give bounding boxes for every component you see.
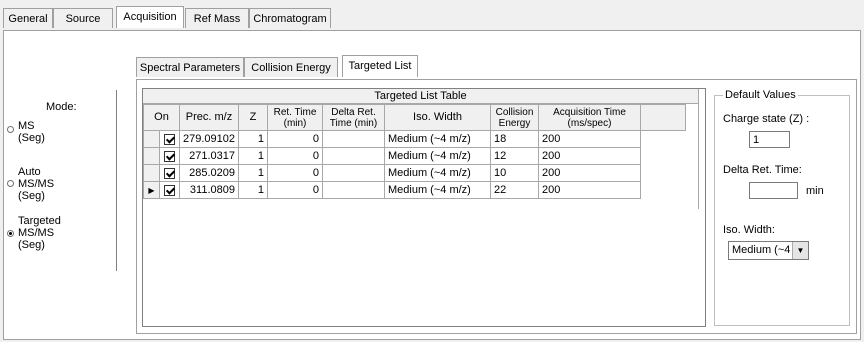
inner-tab-strip: Spectral Parameters Collision Energy Tar…	[136, 55, 436, 79]
filler-cell	[641, 182, 686, 199]
delta-ret-label: Delta Ret. Time:	[723, 164, 802, 176]
table-row[interactable]: 271.0317 1 0 Medium (~4 m/z) 12 200	[143, 147, 686, 165]
filler-cell	[641, 131, 686, 148]
row-selector[interactable]: ▶	[143, 181, 160, 199]
row-selector[interactable]	[143, 164, 160, 182]
iso-width-label: Iso. Width:	[723, 224, 775, 236]
current-row-arrow-icon: ▶	[148, 185, 155, 195]
delta-ret-unit: min	[806, 185, 824, 197]
mode-option-targeted-msms-label: Targeted MS/MS (Seg)	[18, 215, 61, 251]
table-row[interactable]: 279.09102 1 0 Medium (~4 m/z) 18 200	[143, 130, 686, 148]
on-checkbox[interactable]	[164, 167, 175, 179]
collision-energy-cell[interactable]: 10	[490, 164, 539, 182]
targeted-list-grid[interactable]: Targeted List Table On Prec. m/z Z Ret. …	[142, 88, 706, 327]
charge-state-input[interactable]: 1	[749, 131, 790, 148]
collision-energy-cell[interactable]: 18	[490, 130, 539, 148]
filler-cell	[641, 165, 686, 182]
chevron-down-icon[interactable]: ▼	[792, 242, 808, 259]
on-checkbox[interactable]	[164, 133, 175, 145]
header-z[interactable]: Z	[238, 104, 268, 131]
iso-width-cell[interactable]: Medium (~4 m/z)	[384, 130, 491, 148]
z-cell[interactable]: 1	[238, 147, 268, 165]
z-cell[interactable]: 1	[238, 164, 268, 182]
tab-collision-energy[interactable]: Collision Energy	[244, 57, 338, 77]
radio-auto-msms[interactable]	[7, 180, 14, 187]
radio-ms[interactable]	[7, 126, 14, 133]
mode-option-ms-label: MS (Seg)	[18, 120, 45, 144]
tab-spectral-parameters[interactable]: Spectral Parameters	[136, 57, 244, 77]
row-selector[interactable]	[143, 130, 160, 148]
header-on[interactable]: On	[143, 104, 180, 131]
prec-mz-cell[interactable]: 271.0317	[179, 147, 239, 165]
header-filler	[640, 104, 686, 131]
ret-time-cell[interactable]: 0	[267, 147, 323, 165]
delta-ret-cell[interactable]	[322, 147, 385, 165]
z-cell[interactable]: 1	[238, 181, 268, 199]
tab-chromatogram[interactable]: Chromatogram	[249, 8, 331, 28]
iso-width-cell[interactable]: Medium (~4 m/z)	[384, 181, 491, 199]
targeted-list-table: On Prec. m/z Z Ret. Time (min) Delta Ret…	[143, 104, 686, 199]
table-row[interactable]: ▶ 311.0809 1 0 Medium (~4 m/z) 22 200	[143, 181, 686, 199]
row-selector[interactable]	[143, 147, 160, 165]
on-checkbox[interactable]	[164, 150, 175, 162]
mode-option-auto-msms-label: Auto MS/MS (Seg)	[18, 166, 55, 202]
z-cell[interactable]: 1	[238, 130, 268, 148]
default-values-title: Default Values	[723, 89, 798, 101]
filler-cell	[641, 148, 686, 165]
acq-time-cell[interactable]: 200	[538, 164, 641, 182]
collision-energy-cell[interactable]: 12	[490, 147, 539, 165]
tab-general[interactable]: General	[3, 8, 53, 28]
prec-mz-cell[interactable]: 279.09102	[179, 130, 239, 148]
on-checkbox-cell[interactable]	[159, 164, 180, 182]
prec-mz-cell[interactable]: 285.0209	[179, 164, 239, 182]
prec-mz-cell[interactable]: 311.0809	[179, 181, 239, 199]
ret-time-cell[interactable]: 0	[267, 164, 323, 182]
grid-vertical-line	[698, 89, 699, 209]
delta-ret-input[interactable]	[749, 182, 798, 199]
charge-state-label: Charge state (Z) :	[723, 113, 810, 125]
mode-label: Mode:	[46, 101, 77, 113]
tab-ref-mass[interactable]: Ref Mass	[185, 8, 249, 28]
header-ret-time[interactable]: Ret. Time (min)	[267, 104, 323, 131]
acq-time-cell[interactable]: 200	[538, 181, 641, 199]
on-checkbox-cell[interactable]	[159, 181, 180, 199]
main-tab-strip: General Source Acquisition Ref Mass Chro…	[3, 6, 863, 30]
acq-time-cell[interactable]: 200	[538, 147, 641, 165]
default-values-group: Default Values Charge state (Z) : 1 Delt…	[714, 89, 850, 326]
delta-ret-cell[interactable]	[322, 130, 385, 148]
iso-width-cell[interactable]: Medium (~4 m/z)	[384, 147, 491, 165]
header-iso-width[interactable]: Iso. Width	[384, 104, 491, 131]
on-checkbox[interactable]	[164, 184, 175, 196]
delta-ret-cell[interactable]	[322, 181, 385, 199]
collision-energy-cell[interactable]: 22	[490, 181, 539, 199]
header-prec-mz[interactable]: Prec. m/z	[179, 104, 239, 131]
on-checkbox-cell[interactable]	[159, 130, 180, 148]
tab-targeted-list[interactable]: Targeted List	[342, 55, 418, 77]
table-title: Targeted List Table	[143, 89, 698, 104]
header-delta-ret[interactable]: Delta Ret. Time (min)	[322, 104, 385, 131]
ret-time-cell[interactable]: 0	[267, 181, 323, 199]
header-collision-energy[interactable]: Collision Energy	[490, 104, 539, 131]
iso-width-select[interactable]: Medium (~4 m/ ▼	[728, 241, 809, 260]
delta-ret-cell[interactable]	[322, 164, 385, 182]
tab-acquisition[interactable]: Acquisition	[116, 6, 184, 28]
on-checkbox-cell[interactable]	[159, 147, 180, 165]
table-row[interactable]: 285.0209 1 0 Medium (~4 m/z) 10 200	[143, 164, 686, 182]
ret-time-cell[interactable]: 0	[267, 130, 323, 148]
radio-targeted-msms[interactable]	[7, 230, 14, 237]
iso-width-cell[interactable]: Medium (~4 m/z)	[384, 164, 491, 182]
header-acq-time[interactable]: Acquisition Time (ms/spec)	[538, 104, 641, 131]
mode-divider	[116, 90, 117, 271]
acq-time-cell[interactable]: 200	[538, 130, 641, 148]
tab-source[interactable]: Source	[53, 8, 113, 28]
